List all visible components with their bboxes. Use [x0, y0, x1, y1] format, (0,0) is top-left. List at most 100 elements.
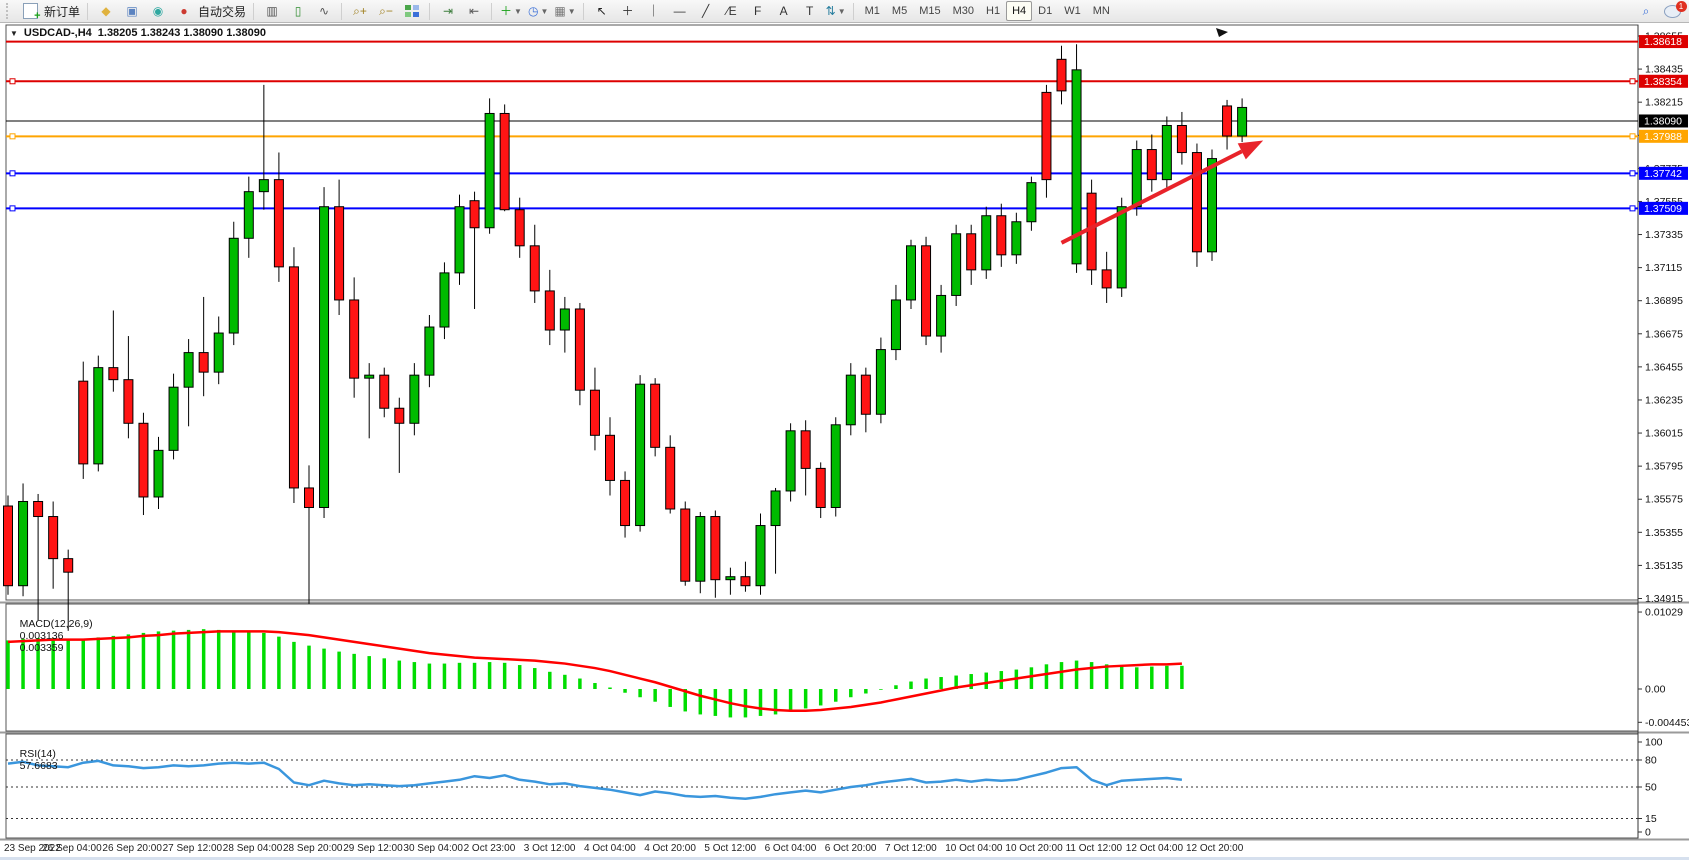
crosshair-icon[interactable]: ＋ — [615, 1, 641, 22]
line-handle[interactable] — [10, 134, 15, 139]
periods-button[interactable]: ◷▼ — [525, 1, 551, 22]
tile-windows-icon[interactable] — [399, 1, 425, 22]
indicators-button[interactable]: ＋▼ — [497, 1, 525, 22]
templates-button[interactable]: ▦▼ — [551, 1, 578, 22]
fibonacci-icon[interactable]: F — [745, 1, 771, 22]
timeframe-H4[interactable]: H4 — [1006, 1, 1032, 21]
macd-tick-label: -0.004453 — [1645, 717, 1689, 729]
tile-windows-icon — [405, 5, 419, 17]
zoom-out-icon: ⌕− — [379, 5, 393, 17]
main-plot[interactable] — [6, 25, 1638, 600]
text-label-icon[interactable]: T — [797, 1, 823, 22]
candlestick-chart-icon[interactable]: ▯ — [285, 1, 311, 22]
timeframe-D1[interactable]: D1 — [1032, 1, 1058, 21]
price-tag-label: 1.37988 — [1644, 131, 1682, 143]
candlestick — [380, 375, 389, 408]
new-order-button-label[interactable]: 新订单 — [44, 3, 80, 20]
line-handle[interactable] — [1630, 171, 1635, 176]
candlestick — [109, 368, 118, 380]
price-tick-label: 1.35355 — [1645, 527, 1683, 539]
candlestick — [1147, 150, 1156, 180]
signals-icon: ◉ — [153, 5, 163, 17]
candlestick — [139, 423, 148, 497]
dropdown-caret-icon: ▼ — [514, 7, 522, 16]
shift-chart-icon[interactable]: ⇤ — [461, 1, 487, 22]
toolbar-grip — [6, 3, 13, 19]
rsi-name: RSI(14) — [20, 748, 56, 760]
main-toolbar: +新订单 ◆▣ ◉ ●自动交易 ▥▯∿ ⌕+ ⌕− ⇥⇤ ＋▼◷▼▦▼ ↖ ＋ ｜ —╱ ∕E FAT⇅▼ M… — [0, 0, 1689, 23]
line-handle[interactable] — [1630, 206, 1635, 211]
candlestick — [621, 480, 630, 525]
rsi-tick-label: 100 — [1645, 737, 1663, 749]
timeframe-M5[interactable]: M5 — [886, 1, 913, 21]
candlestick — [19, 501, 28, 585]
autotrading-button-label[interactable]: 自动交易 — [198, 3, 246, 20]
time-label: 10 Oct 20:00 — [1005, 843, 1062, 854]
timeframe-M1[interactable]: M1 — [859, 1, 886, 21]
candlestick — [214, 333, 223, 372]
search-icon[interactable]: ⌕ — [1633, 1, 1659, 22]
line-handle[interactable] — [10, 171, 15, 176]
timeframe-W1[interactable]: W1 — [1058, 1, 1087, 21]
timeframe-H1[interactable]: H1 — [980, 1, 1006, 21]
collapse-arrow-icon[interactable]: ▼ — [10, 29, 18, 38]
candlestick — [1208, 159, 1217, 252]
line-handle[interactable] — [10, 79, 15, 84]
price-tick-label: 1.38435 — [1645, 64, 1683, 76]
styler-icon[interactable]: ◆ — [93, 1, 119, 22]
equidistant-channel-icon: ∕E — [727, 5, 737, 17]
timeframe-M30[interactable]: M30 — [947, 1, 980, 21]
price-tick-label: 1.37115 — [1645, 262, 1682, 274]
zoom-in-icon[interactable]: ⌕+ — [347, 1, 373, 22]
dropdown-caret-icon: ▼ — [568, 7, 576, 16]
candlestick — [726, 577, 735, 580]
line-handle[interactable] — [1630, 134, 1635, 139]
trendline-icon[interactable]: ╱ — [693, 1, 719, 22]
time-label: 30 Sep 04:00 — [403, 843, 463, 854]
candlestick — [816, 468, 825, 507]
candlestick — [470, 201, 479, 228]
macd-panel[interactable] — [6, 604, 1638, 731]
signals-icon[interactable]: ◉ — [145, 1, 171, 22]
candlestick — [4, 506, 13, 586]
candlestick — [861, 375, 870, 414]
price-tick-label: 1.36235 — [1645, 394, 1683, 406]
candlestick — [711, 517, 720, 580]
candlestick — [696, 517, 705, 582]
time-label: 11 Oct 12:00 — [1066, 843, 1123, 854]
autoscroll-icon[interactable]: ⇥ — [435, 1, 461, 22]
text-icon: A — [780, 5, 788, 17]
time-label: 5 Oct 12:00 — [704, 843, 756, 854]
symbol-period-label: USDCAD-,H4 — [24, 27, 92, 39]
arrow-objects-button[interactable]: ⇅▼ — [823, 1, 849, 22]
chart-window[interactable]: 1.386551.384351.382151.379951.377751.375… — [0, 23, 1689, 860]
autotrading-button[interactable]: ● — [171, 1, 197, 22]
candlestick — [1117, 207, 1126, 288]
vertical-line-icon: ｜ — [648, 5, 660, 17]
rsi-panel[interactable] — [6, 734, 1638, 838]
new-order-button[interactable]: + — [17, 1, 43, 22]
expert-advisors-icon[interactable]: ▣ — [119, 1, 145, 22]
vertical-line-icon[interactable]: ｜ — [641, 1, 667, 22]
horizontal-line-icon[interactable]: — — [667, 1, 693, 22]
candlestick — [320, 207, 329, 508]
candlestick — [244, 192, 253, 239]
text-icon[interactable]: A — [771, 1, 797, 22]
timeframe-M15[interactable]: M15 — [913, 1, 946, 21]
timeframe-MN[interactable]: MN — [1087, 1, 1116, 21]
line-chart-icon[interactable]: ∿ — [311, 1, 337, 22]
price-tick-label: 1.38215 — [1645, 97, 1683, 109]
price-tag-label: 1.37509 — [1644, 203, 1682, 215]
notifications-button[interactable]: 1 — [1659, 1, 1685, 22]
equidistant-channel-icon[interactable]: ∕E — [719, 1, 745, 22]
cursor-icon[interactable]: ↖ — [589, 1, 615, 22]
cursor-icon: ↖ — [597, 5, 607, 17]
bar-chart-icon[interactable]: ▥ — [259, 1, 285, 22]
zoom-out-icon[interactable]: ⌕− — [373, 1, 399, 22]
time-label: 3 Oct 12:00 — [524, 843, 576, 854]
line-handle[interactable] — [1630, 79, 1635, 84]
chart-canvas[interactable]: 1.386551.384351.382151.379951.377751.375… — [0, 23, 1689, 860]
candlestick — [79, 381, 88, 464]
line-handle[interactable] — [10, 206, 15, 211]
candlestick — [937, 295, 946, 336]
